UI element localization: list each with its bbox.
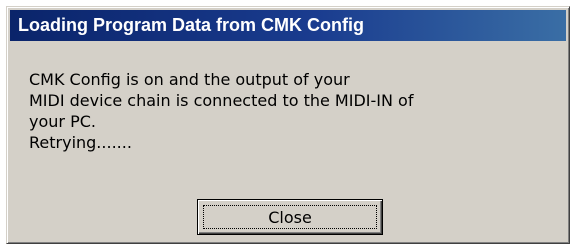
close-button[interactable]: Close bbox=[197, 199, 383, 235]
dialog-title: Loading Program Data from CMK Config bbox=[18, 15, 364, 35]
close-button-label: Close bbox=[268, 207, 312, 227]
dialog-window: Loading Program Data from CMK Config CMK… bbox=[6, 6, 570, 244]
title-bar[interactable]: Loading Program Data from CMK Config bbox=[10, 10, 566, 41]
dialog-message: CMK Config is on and the output of your … bbox=[29, 69, 549, 153]
message-line: CMK Config is on and the output of your bbox=[29, 70, 350, 89]
message-line: your PC. bbox=[29, 112, 96, 131]
message-line: Retrying....... bbox=[29, 133, 132, 152]
message-line: MIDI device chain is connected to the MI… bbox=[29, 91, 414, 110]
